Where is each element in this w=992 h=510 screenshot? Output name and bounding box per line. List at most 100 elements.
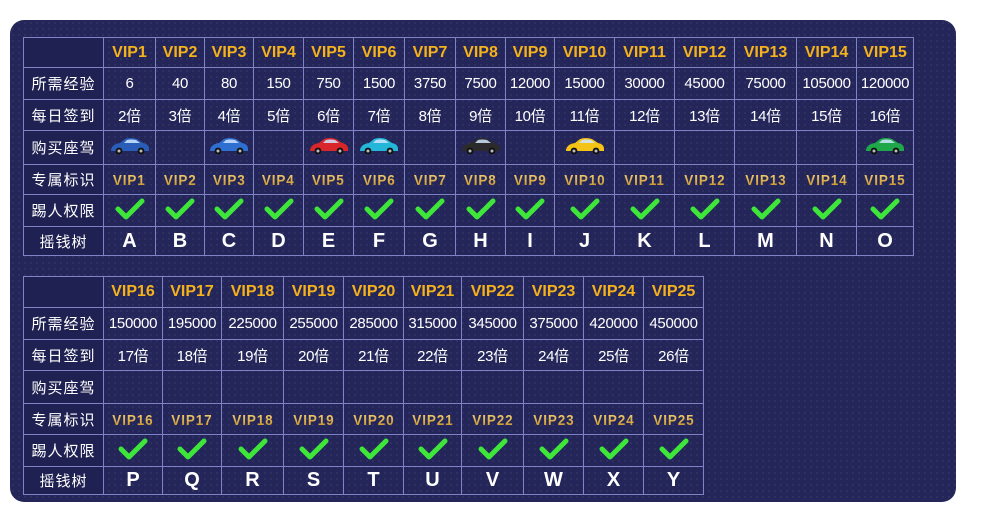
vip-level-header: VIP8	[455, 37, 506, 68]
vip-badge: VIP20	[352, 411, 395, 429]
required-exp-value: 15000	[554, 67, 615, 100]
car-cell	[162, 370, 222, 404]
car-cell	[505, 130, 555, 165]
checkmark-icon	[539, 438, 569, 464]
checkmark-icon	[264, 198, 294, 224]
required-exp-value: 12000	[505, 67, 555, 100]
exclusive-badge-cell: VIP2	[155, 164, 205, 195]
car-cell	[353, 130, 405, 165]
row-label-exp: 所需经验	[23, 307, 104, 340]
checkmark-icon	[299, 438, 329, 464]
row-label-kick: 踢人权限	[23, 194, 104, 227]
required-exp-value: 315000	[403, 307, 462, 340]
required-exp-value: 150	[253, 67, 304, 100]
exclusive-badge-cell: VIP22	[461, 403, 524, 435]
money-tree-grade: M	[734, 226, 797, 256]
money-tree-grade: O	[856, 226, 914, 256]
checkmark-icon	[599, 438, 629, 464]
money-tree-grade: S	[283, 466, 344, 495]
vip-badge: VIP9	[513, 172, 547, 189]
vip-level-header: VIP9	[505, 37, 555, 68]
exclusive-badge-cell: VIP23	[523, 403, 584, 435]
kick-permission-cell	[455, 194, 506, 227]
exclusive-badge-cell: VIP1	[103, 164, 156, 195]
car-cell	[403, 370, 462, 404]
checkmark-icon	[359, 438, 389, 464]
car-cell	[461, 370, 524, 404]
money-tree-grade: G	[404, 226, 456, 256]
corner-cell	[23, 37, 104, 68]
vip-level-header: VIP25	[643, 276, 704, 308]
vip-badge: VIP25	[652, 411, 695, 429]
kick-permission-cell	[155, 194, 205, 227]
money-tree-grade: D	[253, 226, 304, 256]
required-exp-value: 7500	[455, 67, 506, 100]
checkmark-icon	[238, 438, 268, 464]
kick-permission-cell	[583, 434, 644, 467]
exclusive-badge-cell: VIP9	[505, 164, 555, 195]
money-tree-grade: W	[523, 466, 584, 495]
required-exp-value: 105000	[796, 67, 857, 100]
checkmark-icon	[630, 198, 660, 224]
exclusive-badge-cell: VIP13	[734, 164, 797, 195]
money-tree-grade: I	[505, 226, 555, 256]
kick-permission-cell	[343, 434, 404, 467]
exclusive-badge-cell: VIP8	[455, 164, 506, 195]
vip-level-header: VIP20	[343, 276, 404, 308]
row-label-car: 购买座驾	[23, 370, 104, 404]
money-tree-grade: Q	[162, 466, 222, 495]
money-tree-grade: F	[353, 226, 405, 256]
vip-badge: VIP7	[413, 172, 447, 189]
cyan-sports-car-icon	[357, 135, 401, 161]
kick-permission-cell	[221, 434, 284, 467]
vip-badge: VIP22	[471, 411, 514, 429]
sign-in-multiplier: 10倍	[505, 99, 555, 131]
vip-level-header: VIP23	[523, 276, 584, 308]
red-sports-car-icon	[307, 135, 351, 161]
checkmark-icon	[870, 198, 900, 224]
sign-in-multiplier: 20倍	[283, 339, 344, 371]
vip-level-header: VIP4	[253, 37, 304, 68]
kick-permission-cell	[856, 194, 914, 227]
sign-in-multiplier: 21倍	[343, 339, 404, 371]
vip-level-header: VIP14	[796, 37, 857, 68]
blue-sedan-icon	[108, 135, 152, 161]
vip-badge: VIP23	[532, 411, 575, 429]
checkmark-icon	[466, 198, 496, 224]
vip-level-header: VIP21	[403, 276, 462, 308]
checkmark-icon	[418, 438, 448, 464]
exclusive-badge-cell: VIP20	[343, 403, 404, 435]
row-label-kick: 踢人权限	[23, 434, 104, 467]
kick-permission-cell	[461, 434, 524, 467]
required-exp-value: 40	[155, 67, 205, 100]
checkmark-icon	[314, 198, 344, 224]
exclusive-badge-cell: VIP12	[674, 164, 735, 195]
corner-cell	[23, 276, 104, 308]
exclusive-badge-cell: VIP4	[253, 164, 304, 195]
green-supercar-icon	[863, 135, 907, 161]
kick-permission-cell	[204, 194, 254, 227]
vip-badge: VIP5	[312, 172, 345, 189]
kick-permission-cell	[643, 434, 704, 467]
exclusive-badge-cell: VIP16	[103, 403, 163, 435]
kick-permission-cell	[614, 194, 675, 227]
sign-in-multiplier: 16倍	[856, 99, 914, 131]
vip-badge: VIP15	[864, 172, 906, 189]
money-tree-grade: V	[461, 466, 524, 495]
vip-badge: VIP3	[212, 172, 246, 189]
sign-in-multiplier: 4倍	[204, 99, 254, 131]
money-tree-grade: B	[155, 226, 205, 256]
vip-level-header: VIP24	[583, 276, 644, 308]
checkmark-icon	[214, 198, 244, 224]
kick-permission-cell	[674, 194, 735, 227]
checkmark-icon	[165, 198, 195, 224]
sign-in-multiplier: 24倍	[523, 339, 584, 371]
money-tree-grade: H	[455, 226, 506, 256]
kick-permission-cell	[253, 194, 304, 227]
vip-level-header: VIP1	[103, 37, 156, 68]
vip-badge: VIP13	[744, 172, 787, 189]
exclusive-badge-cell: VIP5	[303, 164, 354, 195]
required-exp-value: 75000	[734, 67, 797, 100]
money-tree-grade: J	[554, 226, 615, 256]
checkmark-icon	[415, 198, 445, 224]
